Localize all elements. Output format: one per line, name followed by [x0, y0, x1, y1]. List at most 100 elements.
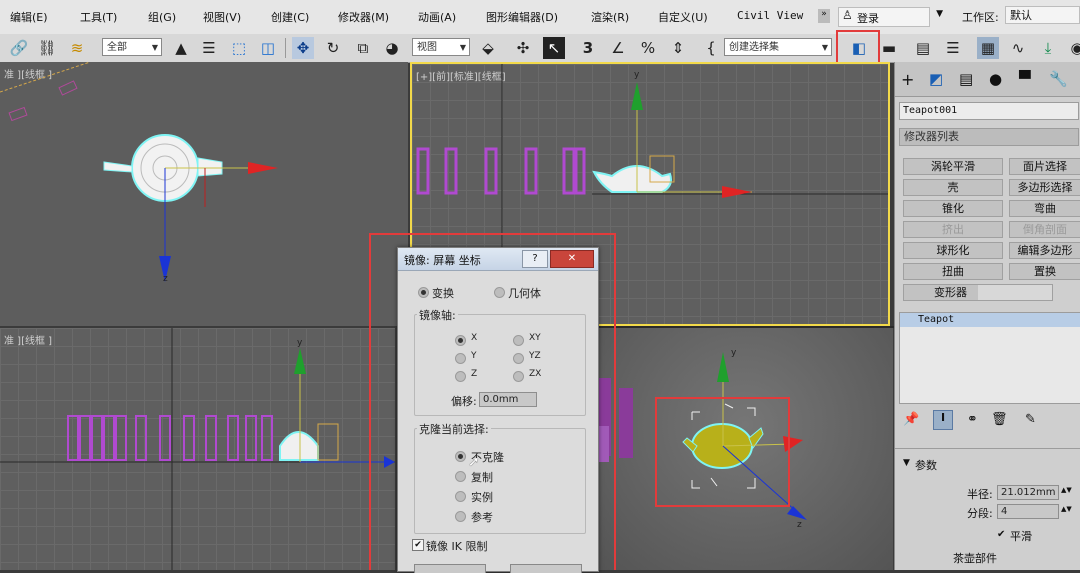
menu-customize[interactable]: 自定义(U): [658, 9, 708, 25]
dialog-titlebar[interactable]: 镜像: 屏幕 坐标 ? ✕: [398, 248, 598, 271]
object-name-field[interactable]: Teapot001: [899, 102, 1079, 120]
modifier-button[interactable]: 多边形选择: [1009, 179, 1080, 196]
modifier-button[interactable]: 涡轮平滑: [903, 158, 1003, 175]
place-icon[interactable]: ◕: [381, 37, 403, 59]
axis-y-radio[interactable]: [455, 353, 466, 364]
params-rollout-title[interactable]: 参数: [915, 457, 937, 473]
menu-civil-view[interactable]: Civil View: [737, 9, 803, 22]
spinner-snap-icon[interactable]: ⇕: [667, 37, 689, 59]
menu-rendering[interactable]: 渲染(R): [591, 9, 629, 25]
rotate-icon[interactable]: ↻: [322, 37, 344, 59]
smooth-checkbox[interactable]: ✔: [997, 529, 1005, 540]
move-icon[interactable]: ✥: [292, 37, 314, 59]
radius-spinner[interactable]: 21.012mm: [997, 485, 1059, 500]
named-selection-combo[interactable]: 创建选择集 ▼: [724, 38, 832, 56]
modifier-button[interactable]: 壳: [903, 179, 1003, 196]
configure-modifier-sets-icon[interactable]: ✎: [1025, 412, 1036, 427]
layer-explorer-icon[interactable]: ☰: [942, 37, 964, 59]
stack-item-teapot[interactable]: Teapot: [900, 313, 1080, 327]
menu-create[interactable]: 创建(C): [271, 9, 309, 25]
spinner-arrows-icon[interactable]: ▲▼: [1061, 505, 1072, 513]
snap-3-icon[interactable]: 3: [577, 37, 599, 59]
modifier-button[interactable]: 扭曲: [903, 263, 1003, 280]
mirror-icon[interactable]: ◧: [848, 37, 870, 59]
bind-space-warp-icon[interactable]: ≋: [66, 37, 88, 59]
axis-x-radio[interactable]: [455, 335, 466, 346]
create-tab-icon[interactable]: +: [901, 70, 914, 89]
modify-tab-icon[interactable]: ◩: [929, 70, 943, 88]
display-tab-icon[interactable]: ▀: [1019, 70, 1031, 88]
menu-overflow-icon[interactable]: »: [818, 9, 830, 23]
modifier-button[interactable]: 弯曲: [1009, 200, 1080, 217]
login-box[interactable]: ♙ 登录 ▼: [838, 7, 943, 27]
cancel-button[interactable]: [510, 564, 582, 573]
modifier-button[interactable]: 球形化: [903, 242, 1003, 259]
axis-zx-radio[interactable]: [513, 371, 524, 382]
menu-modifiers[interactable]: 修改器(M): [338, 9, 389, 25]
close-button[interactable]: ✕: [550, 250, 594, 268]
menu-graph-editors[interactable]: 图形编辑器(D): [486, 9, 558, 25]
modifier-button[interactable]: 面片选择: [1009, 158, 1080, 175]
align-icon[interactable]: ▬: [878, 37, 900, 59]
pivot-icon[interactable]: ⬙: [477, 37, 499, 59]
ik-limit-checkbox[interactable]: ✔: [412, 539, 424, 551]
modifier-stack[interactable]: Teapot: [899, 312, 1080, 404]
scene-explorer-icon[interactable]: ▤: [912, 37, 934, 59]
clone-copy-radio[interactable]: [455, 471, 466, 482]
schematic-view-icon[interactable]: ⤓: [1037, 37, 1059, 59]
clone-none-radio[interactable]: [455, 451, 466, 462]
modifier-list-dropdown[interactable]: 修改器列表: [899, 128, 1079, 146]
clone-reference-radio[interactable]: [455, 511, 466, 522]
window-crossing-icon[interactable]: ◫: [257, 37, 279, 59]
hierarchy-tab-icon[interactable]: ▤: [959, 70, 973, 88]
modifier-button[interactable]: 置换: [1009, 263, 1080, 280]
menu-group[interactable]: 组(G): [148, 9, 176, 25]
chevron-down-icon: ▼: [151, 43, 158, 52]
curve-editor-icon[interactable]: ∿: [1007, 37, 1029, 59]
selection-filter-combo[interactable]: 全部 ▼: [102, 38, 162, 56]
segments-spinner[interactable]: 4: [997, 504, 1059, 519]
viewport-left[interactable]: 准 ][线框 ] y: [0, 328, 395, 570]
menu-views[interactable]: 视图(V): [203, 9, 241, 25]
axis-yz-radio[interactable]: [513, 353, 524, 364]
remove-modifier-icon[interactable]: 🗑: [991, 412, 1008, 427]
select-object-icon[interactable]: ▲: [170, 37, 192, 59]
rollout-collapse-icon[interactable]: ▼: [903, 458, 910, 468]
edit-named-selections-icon[interactable]: {: [700, 37, 722, 59]
mode-geometry-radio[interactable]: [494, 287, 505, 298]
reference-coord-combo[interactable]: 视图 ▼: [412, 38, 470, 56]
modifier-button[interactable]: 变形器: [903, 284, 1053, 301]
keyboard-shortcut-icon[interactable]: ↖: [543, 37, 565, 59]
spinner-arrows-icon[interactable]: ▲▼: [1061, 486, 1072, 494]
workspace-select[interactable]: 默认: [1005, 6, 1080, 24]
modifier-button[interactable]: 编辑多边形: [1009, 242, 1080, 259]
menu-tools[interactable]: 工具(T): [80, 9, 117, 25]
unlink-icon[interactable]: ⛓: [36, 37, 58, 59]
help-button[interactable]: ?: [522, 250, 548, 268]
select-by-name-icon[interactable]: ☰: [198, 37, 220, 59]
link-icon[interactable]: 🔗: [8, 37, 30, 59]
make-unique-icon[interactable]: ⚭: [967, 412, 978, 427]
material-editor-icon[interactable]: ◉: [1066, 37, 1080, 59]
select-manipulate-icon[interactable]: ✣: [512, 37, 534, 59]
clone-instance-radio[interactable]: [455, 491, 466, 502]
ok-button[interactable]: [414, 564, 486, 573]
axis-z-radio[interactable]: [455, 371, 466, 382]
offset-spinner[interactable]: 0.0mm: [479, 392, 537, 407]
menu-animation[interactable]: 动画(A): [418, 9, 456, 25]
mode-transform-radio[interactable]: [418, 287, 429, 298]
pin-stack-icon[interactable]: 📌: [903, 412, 919, 427]
motion-tab-icon[interactable]: ●: [989, 70, 1002, 88]
scale-icon[interactable]: ⧉: [352, 37, 374, 59]
ribbon-icon[interactable]: ▦: [977, 37, 999, 59]
angle-snap-icon[interactable]: ∠: [607, 37, 629, 59]
viewport-perspective[interactable]: y z: [597, 328, 893, 570]
modifier-button[interactable]: 锥化: [903, 200, 1003, 217]
percent-snap-icon[interactable]: %: [637, 37, 659, 59]
show-end-result-icon[interactable]: I: [933, 410, 953, 430]
axis-xy-radio[interactable]: [513, 335, 524, 346]
rect-region-icon[interactable]: ⬚: [228, 37, 250, 59]
utilities-tab-icon[interactable]: 🔧: [1049, 70, 1068, 88]
viewport-top[interactable]: 准 ][线框 ] z: [0, 62, 408, 326]
menu-edit[interactable]: 编辑(E): [10, 9, 48, 25]
